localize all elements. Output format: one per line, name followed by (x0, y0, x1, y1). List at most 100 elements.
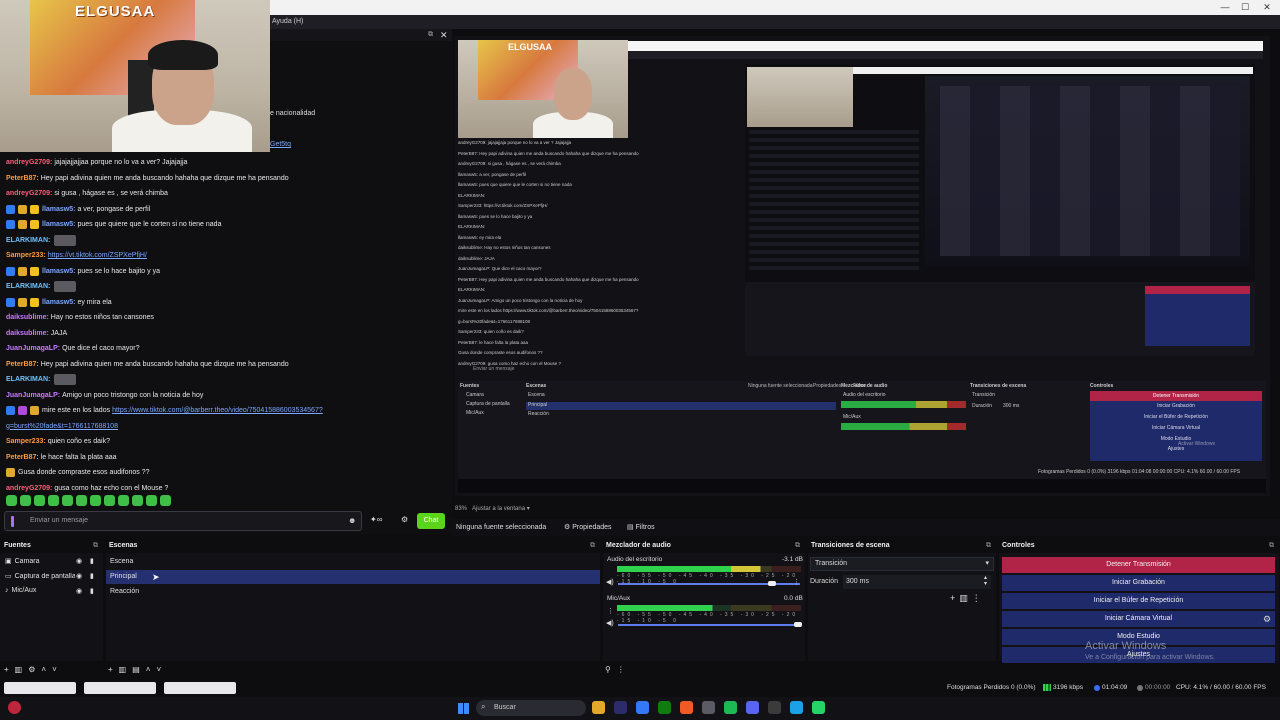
close-window-button[interactable]: ✕ (1256, 0, 1278, 15)
xbox-icon[interactable] (658, 701, 671, 714)
fit-window[interactable]: Ajustar a la ventana (472, 506, 525, 512)
trash-icon[interactable]: ▥ (959, 593, 972, 603)
emote-icon[interactable] (34, 495, 45, 506)
dock-float-icon[interactable]: ⧉ (795, 542, 800, 550)
chat-badge-icon[interactable] (6, 406, 15, 416)
settings-icon[interactable] (702, 701, 715, 714)
emote-icon[interactable] (62, 495, 73, 506)
visibility-eye-icon[interactable]: ◉ (76, 587, 82, 595)
emote-icon[interactable] (48, 495, 59, 506)
chat-badge-icon[interactable] (6, 266, 15, 276)
emote-icon[interactable] (20, 495, 31, 506)
stop-streaming-button[interactable]: Detener Transmisión (1002, 557, 1275, 573)
emote-icon[interactable] (104, 495, 115, 506)
chat-username[interactable]: andreyG2709: (6, 155, 52, 171)
file-explorer-icon[interactable] (592, 701, 605, 714)
chat-partial-link[interactable]: Get5tq (270, 141, 291, 148)
more-icon[interactable]: ⋮ (972, 593, 985, 603)
move-up-icon[interactable]: ˄ (41, 665, 52, 674)
premiere-icon[interactable] (614, 701, 627, 714)
properties-button[interactable]: ⚙ Propiedades (564, 519, 612, 536)
add-icon[interactable]: + (950, 593, 959, 603)
chat-username[interactable]: daiksublime: (6, 310, 49, 326)
dock-float-icon[interactable]: ⧉ (93, 542, 98, 550)
chat-link[interactable]: https://vt.tiktok.com/ZSPXePfjH/ (48, 248, 147, 264)
stepper-icon[interactable]: ▴ ▾ (984, 575, 987, 587)
chat-badge-icon[interactable] (18, 204, 27, 214)
duration-input[interactable]: 300 ms (843, 575, 991, 589)
chat-username[interactable]: andreyG2709: (6, 186, 52, 202)
store-icon[interactable] (636, 701, 649, 714)
windows-start-icon[interactable] (458, 703, 469, 714)
bits-icon[interactable]: ✦∞ (370, 515, 382, 524)
move-down-icon[interactable]: ˅ (52, 665, 63, 674)
chat-username[interactable]: llamasw5: (42, 264, 75, 280)
chat-input[interactable]: Enviar un mensaje ☻ (4, 511, 362, 531)
chat-username[interactable]: PeterB87: (6, 450, 39, 466)
add-icon[interactable]: + (4, 665, 15, 674)
trash-icon[interactable]: ▥ (119, 665, 133, 674)
chat-username[interactable]: ELARKIMAN: (6, 279, 50, 295)
chat-username[interactable]: llamasw5: (42, 202, 75, 218)
volume-knob[interactable] (794, 622, 802, 627)
edge-icon[interactable] (790, 701, 803, 714)
zoom-value[interactable]: 83% (455, 506, 467, 512)
discord-icon[interactable] (746, 701, 759, 714)
volume-icon[interactable]: ◀) (606, 578, 614, 586)
chat-username[interactable]: andreyG2709: (6, 481, 52, 497)
start-replay-buffer-button[interactable]: Iniciar el Búfer de Repetición (1002, 593, 1275, 609)
scene-item-escena[interactable]: Escena (106, 555, 600, 569)
filter-icon[interactable]: ▤ (132, 665, 146, 674)
volume-slider[interactable] (618, 581, 800, 586)
chat-badge-icon[interactable] (18, 297, 27, 307)
emote-icon[interactable] (76, 495, 87, 506)
emote-picker-icon[interactable]: ☻ (348, 516, 356, 525)
volume-icon[interactable]: ◀) (606, 619, 614, 627)
chat-link[interactable]: https://www.tiktok.com/@barberr.theo/vid… (112, 403, 323, 419)
emote-icon[interactable] (90, 495, 101, 506)
whatsapp-icon[interactable] (812, 701, 825, 714)
emote-icon[interactable] (146, 495, 157, 506)
zoom-bar[interactable]: 83% Ajustar a la ventana ▾ (455, 505, 530, 512)
chat-badge-icon[interactable] (6, 468, 15, 478)
chat-username[interactable]: JuanJumagaLP: (6, 388, 60, 404)
virtual-camera-settings-icon[interactable]: ⚙ (1263, 614, 1271, 625)
chat-username[interactable]: PeterB87: (6, 357, 39, 373)
chat-username[interactable]: PeterB87: (6, 171, 39, 187)
channel-menu-icon[interactable]: ⋮ (607, 607, 614, 615)
filters-button[interactable]: ▤ Filtros (627, 519, 655, 536)
popout-icon[interactable]: ⧉ (428, 31, 433, 39)
lock-icon[interactable]: ▮ (90, 572, 94, 580)
more-icon[interactable]: ⋮ (617, 665, 631, 674)
chat-send-button[interactable]: Chat (417, 513, 445, 529)
spotify-icon[interactable] (724, 701, 737, 714)
chat-badge-icon[interactable] (30, 406, 39, 416)
chat-username[interactable]: Samper233: (6, 248, 46, 264)
emote-icon[interactable] (132, 495, 143, 506)
volume-knob[interactable] (767, 581, 776, 586)
link-icon[interactable]: ⚲ (605, 665, 617, 674)
visibility-eye-icon[interactable]: ◉ (76, 557, 82, 565)
chat-badge-icon[interactable] (6, 204, 15, 214)
close-icon[interactable]: ✕ (440, 30, 448, 41)
chat-badge-icon[interactable] (30, 204, 39, 214)
source-item-captura[interactable]: ▭ Captura de pantalla (5, 572, 103, 581)
notification-icon[interactable] (8, 701, 21, 714)
source-item-mic[interactable]: ♪ Mic/Aux (5, 587, 103, 594)
chat-username[interactable]: JuanJumagaLP: (6, 341, 60, 357)
channel-menu-icon[interactable]: ⋮ (793, 578, 800, 586)
chat-badge-icon[interactable] (18, 266, 27, 276)
chat-badge-icon[interactable] (6, 220, 15, 230)
obs-preview[interactable]: ELGUSAA andreyG2709: jajajajjaja porque … (455, 36, 1270, 496)
gear-icon[interactable]: ⚙ (28, 665, 41, 674)
trash-icon[interactable]: ▥ (15, 665, 29, 674)
volume-slider[interactable] (618, 622, 802, 627)
scene-item-reaccion[interactable]: Reacción (106, 585, 600, 599)
transition-select[interactable]: Transición ▾ (810, 557, 994, 571)
dock-float-icon[interactable]: ⧉ (986, 542, 991, 550)
chat-username[interactable]: daiksublime: (6, 326, 49, 342)
maximize-button[interactable]: ☐ (1234, 0, 1256, 15)
source-item-camara[interactable]: ▣ Camara (5, 557, 103, 566)
minimize-button[interactable]: — (1214, 0, 1236, 15)
move-up-icon[interactable]: ˄ (146, 665, 157, 674)
